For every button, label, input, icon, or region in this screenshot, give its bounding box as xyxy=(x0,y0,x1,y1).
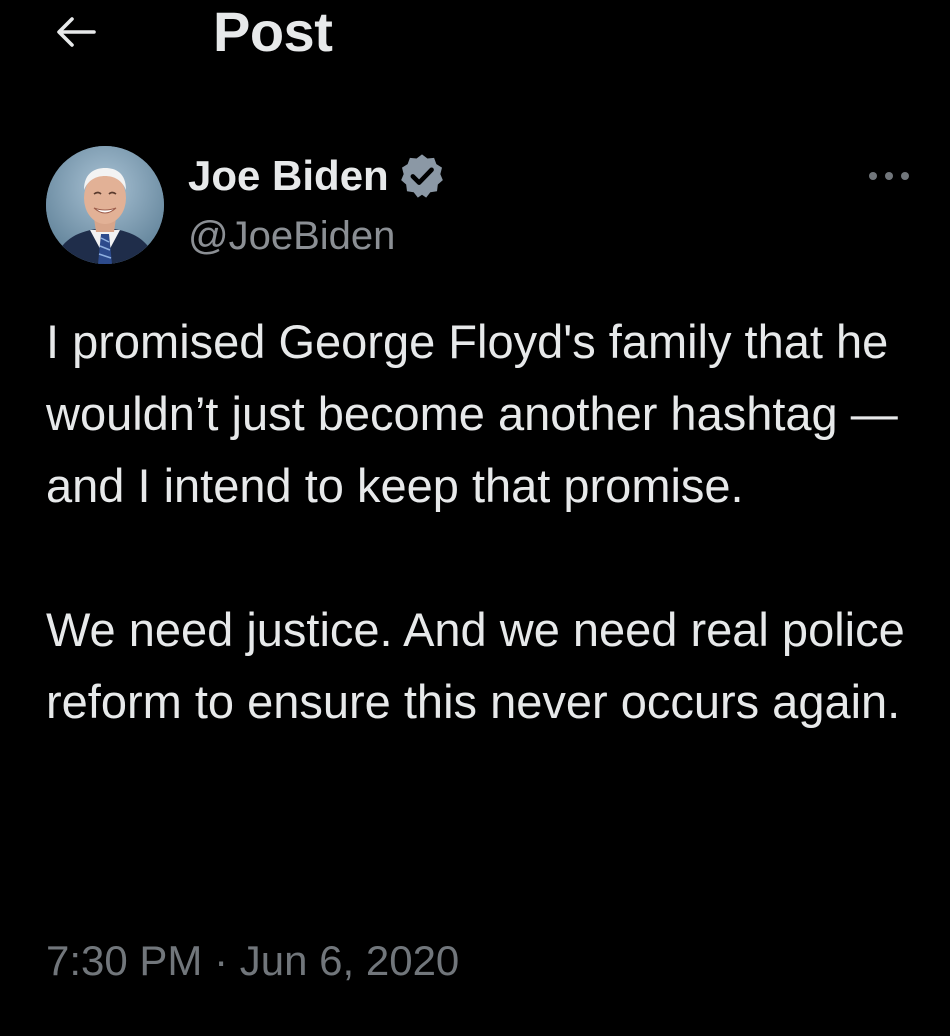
tweet-paragraph: We need justice. And we need real police… xyxy=(46,603,905,728)
more-options-button[interactable] xyxy=(862,158,916,194)
top-bar: Post xyxy=(0,0,950,70)
tweet-timestamp[interactable]: 7:30 PM · Jun 6, 2020 xyxy=(46,934,459,988)
verified-badge-icon xyxy=(397,151,447,201)
more-horizontal-icon xyxy=(869,172,909,180)
user-handle[interactable]: @JoeBiden xyxy=(188,212,395,260)
avatar[interactable] xyxy=(46,146,164,264)
display-name[interactable]: Joe Biden xyxy=(188,150,389,202)
timestamp-separator: · xyxy=(214,937,229,984)
name-row: Joe Biden xyxy=(188,150,447,202)
back-button[interactable] xyxy=(44,4,108,60)
avatar-image xyxy=(46,146,164,264)
tweet-date: Jun 6, 2020 xyxy=(239,937,460,984)
arrow-left-icon xyxy=(57,17,96,47)
tweet-time: 7:30 PM xyxy=(46,937,203,984)
tweet-author: Joe Biden @JoeBiden xyxy=(44,146,914,266)
page-title: Post xyxy=(213,0,333,63)
tweet-text: I promised George Floyd's family that he… xyxy=(46,306,926,738)
tweet-paragraph: I promised George Floyd's family that he… xyxy=(46,315,898,512)
